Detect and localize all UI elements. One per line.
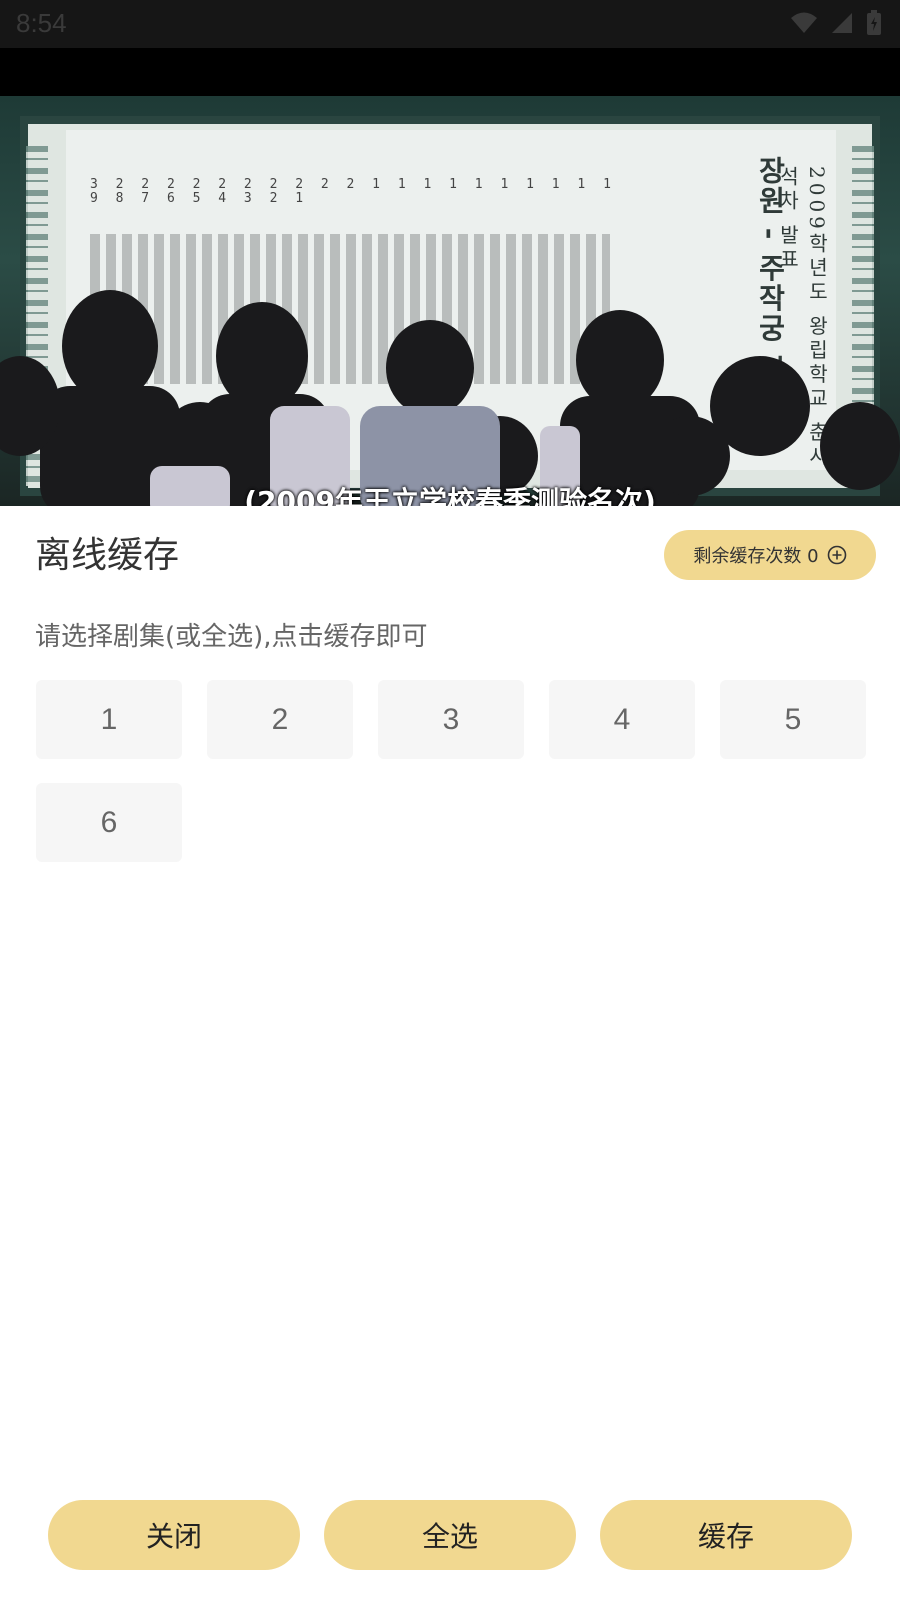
plus-circle-icon <box>827 545 847 565</box>
episode-item[interactable]: 3 <box>378 680 524 759</box>
episode-item[interactable]: 1 <box>36 680 182 759</box>
remaining-cache-quota-button[interactable]: 剩余缓存次数 0 <box>664 530 876 580</box>
status-time: 8:54 <box>16 8 67 38</box>
offline-cache-sheet: 离线缓存 剩余缓存次数 0 请选择剧集(或全选),点击缓存即可 1 2 3 4 … <box>0 506 900 1600</box>
episode-item[interactable]: 5 <box>720 680 866 759</box>
video-player[interactable]: 2009학년도 왕립학교 춘시 석차 발표 장원 - 주작궁 성 3 2 2 2… <box>0 96 900 506</box>
instruction-text: 请选择剧集(或全选),点击缓存即可 <box>35 622 428 652</box>
episode-item[interactable]: 6 <box>36 783 182 862</box>
wifi-icon <box>790 11 818 35</box>
video-top-band <box>0 48 900 96</box>
signal-icon <box>830 11 854 35</box>
cache-button[interactable]: 缓存 <box>600 1500 852 1570</box>
episode-item[interactable]: 2 <box>207 680 353 759</box>
status-icons <box>790 10 882 36</box>
video-subtitle: (2009年王立学校春季测验名次) <box>244 485 656 506</box>
footer-actions: 关闭 全选 缓存 <box>48 1500 852 1570</box>
close-button[interactable]: 关闭 <box>48 1500 300 1570</box>
sheet-title: 离线缓存 <box>35 535 180 576</box>
episode-item[interactable]: 4 <box>549 680 695 759</box>
battery-icon <box>866 10 882 36</box>
select-all-button[interactable]: 全选 <box>324 1500 576 1570</box>
crowd-silhouette <box>0 290 900 506</box>
quota-label: 剩余缓存次数 0 <box>693 546 819 567</box>
rank-numbers: 3 2 2 2 2 2 2 2 2 2 2 1 1 1 1 1 1 1 1 1 … <box>90 177 616 206</box>
episode-grid: 1 2 3 4 5 6 <box>36 680 866 862</box>
status-bar: 8:54 <box>0 0 900 48</box>
